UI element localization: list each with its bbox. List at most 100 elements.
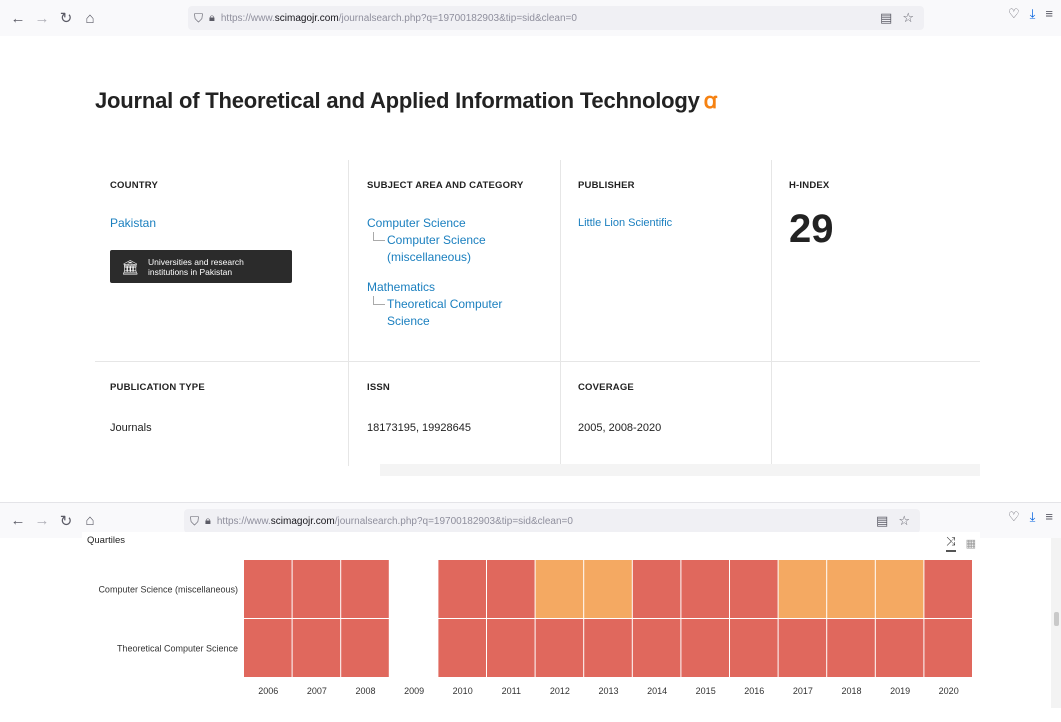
coverage-cell: COVERAGE 2005, 2008-2020 [578,382,758,434]
back-arrow-icon[interactable]: ← [6,509,30,533]
quartile-cell[interactable] [730,619,778,677]
forward-arrow-icon[interactable]: → [30,6,54,30]
address-bar[interactable]: ⛉ 🔒︎ https://www.scimagojr.com/journalse… [188,6,924,30]
url-prefix: https://www. [216,515,271,527]
universities-button-label: Universities and research institutions i… [148,256,244,277]
subject-area-link[interactable]: Computer Science [367,215,547,232]
quartile-cell[interactable] [778,560,827,618]
url-path: /journalsearch.php?q=19700182903&tip=sid… [338,12,577,24]
reader-view-icon[interactable]: ▤ [880,10,892,26]
quartile-cell[interactable] [730,560,778,618]
lock-icon[interactable]: 🔒︎ [205,515,211,528]
subject-category-row: Theoretical Computer Science [373,296,547,330]
institution-icon: 🏛︎ [121,258,139,275]
subject-cell: SUBJECT AREA AND CATEGORY Computer Scien… [367,180,547,330]
open-access-icon: ꭤ [703,88,718,113]
download-icon[interactable]: ⤓ [1030,509,1036,525]
universities-button[interactable]: 🏛︎ Universities and research institution… [110,250,292,283]
pubtype-heading: PUBLICATION TYPE [110,382,205,393]
reload-icon[interactable]: ↻ [54,509,78,533]
url-actions: ▤ ☆ [880,10,914,26]
url-text[interactable]: https://www.scimagojr.com/journalsearch.… [221,13,577,24]
browser-toolbar: ← → ↻ ⌂ ⛉ 🔒︎ https://www.scimagojr.com/j… [0,0,1061,36]
year-tick-label: 2007 [307,686,327,696]
year-tick-label: 2017 [793,686,813,696]
quartile-cell[interactable] [778,619,827,677]
home-icon[interactable]: ⌂ [78,509,102,533]
menu-icon[interactable]: ≡ [1045,6,1053,22]
home-icon[interactable]: ⌂ [78,6,102,30]
reader-view-icon[interactable]: ▤ [876,513,888,529]
year-tick-label: 2016 [744,686,764,696]
lock-icon[interactable]: 🔒︎ [209,12,215,25]
chart-view-icon[interactable]: ⤨ [945,534,956,552]
quartile-cell[interactable] [487,619,535,677]
forward-arrow-icon[interactable]: → [30,509,54,533]
quartile-cell[interactable] [438,619,486,677]
quartile-cell[interactable] [244,560,292,618]
quartile-cell[interactable] [681,619,729,677]
quartile-cell[interactable] [535,560,584,618]
publisher-cell: PUBLISHER Little Lion Scientific [578,180,758,232]
quartile-cell[interactable] [827,619,875,677]
grid-divider [95,361,980,362]
hindex-heading: H-INDEX [789,180,830,191]
subject-category-link[interactable]: Theoretical Computer Science [387,296,512,330]
bookmark-star-icon[interactable]: ☆ [898,513,910,529]
subject-area-link[interactable]: Mathematics [367,279,547,296]
quartile-cell[interactable] [487,560,535,618]
menu-icon[interactable]: ≡ [1045,509,1053,525]
hindex-value: 29 [789,207,834,251]
quartile-cell[interactable] [584,619,632,677]
table-view-icon[interactable]: ▦ [966,537,976,550]
quartile-cell[interactable] [681,560,729,618]
quartile-cell[interactable] [341,560,389,618]
reload-icon[interactable]: ↻ [54,6,78,30]
url-text[interactable]: https://www.scimagojr.com/journalsearch.… [217,516,573,527]
quartile-cell[interactable] [875,619,924,677]
section-footer-strip [380,464,980,476]
year-tick-label: 2011 [502,686,521,696]
bookmark-star-icon[interactable]: ☆ [902,10,914,26]
quartile-cell[interactable] [924,619,972,677]
year-tick-label: 2014 [647,686,667,696]
year-tick-label: 2012 [550,686,570,696]
country-link[interactable]: Pakistan [110,215,340,232]
publisher-link[interactable]: Little Lion Scientific [578,215,758,232]
quartile-cell[interactable] [292,619,341,677]
nav-buttons: ← → ↻ ⌂ [6,509,102,533]
quartile-cell[interactable] [535,619,584,677]
subject-category-link[interactable]: Computer Science (miscellaneous) [387,232,512,266]
quartile-cell[interactable] [827,560,875,618]
quartile-cell[interactable] [632,619,681,677]
quartile-cell[interactable] [924,560,972,618]
hindex-cell: H-INDEX 29 [789,180,969,252]
year-tick-label: 2019 [890,686,910,696]
quartile-cell[interactable] [875,560,924,618]
quartile-cell[interactable] [244,619,292,677]
quartile-cell[interactable] [341,619,389,677]
download-icon[interactable]: ⤓ [1030,6,1036,22]
scrollbar-thumb[interactable] [1054,612,1059,626]
pubtype-cell: PUBLICATION TYPE Journals [110,382,340,434]
url-actions: ▤ ☆ [876,513,910,529]
shield-icon[interactable]: ⛉ [194,11,203,26]
quartiles-title: Quartiles [87,535,126,546]
chart-view-toggle: ⤨ ▦ [945,534,976,552]
tree-connector [373,296,385,305]
year-tick-label: 2020 [939,686,959,696]
back-arrow-icon[interactable]: ← [6,6,30,30]
issn-value: 18173195, 19928645 [367,422,471,434]
pocket-icon[interactable]: ♡ [1008,6,1020,22]
quartile-cell[interactable] [632,560,681,618]
quartile-cell[interactable] [292,560,341,618]
quartile-cell[interactable] [584,560,632,618]
publisher-heading: PUBLISHER [578,180,635,191]
quartile-cell[interactable] [438,560,486,618]
url-host: scimagojr.com [274,12,339,24]
year-tick-label: 2010 [453,686,473,696]
pocket-icon[interactable]: ♡ [1008,509,1020,525]
address-bar[interactable]: ⛉ 🔒︎ https://www.scimagojr.com/journalse… [184,509,920,533]
url-path: /journalsearch.php?q=19700182903&tip=sid… [334,515,573,527]
shield-icon[interactable]: ⛉ [190,514,199,529]
